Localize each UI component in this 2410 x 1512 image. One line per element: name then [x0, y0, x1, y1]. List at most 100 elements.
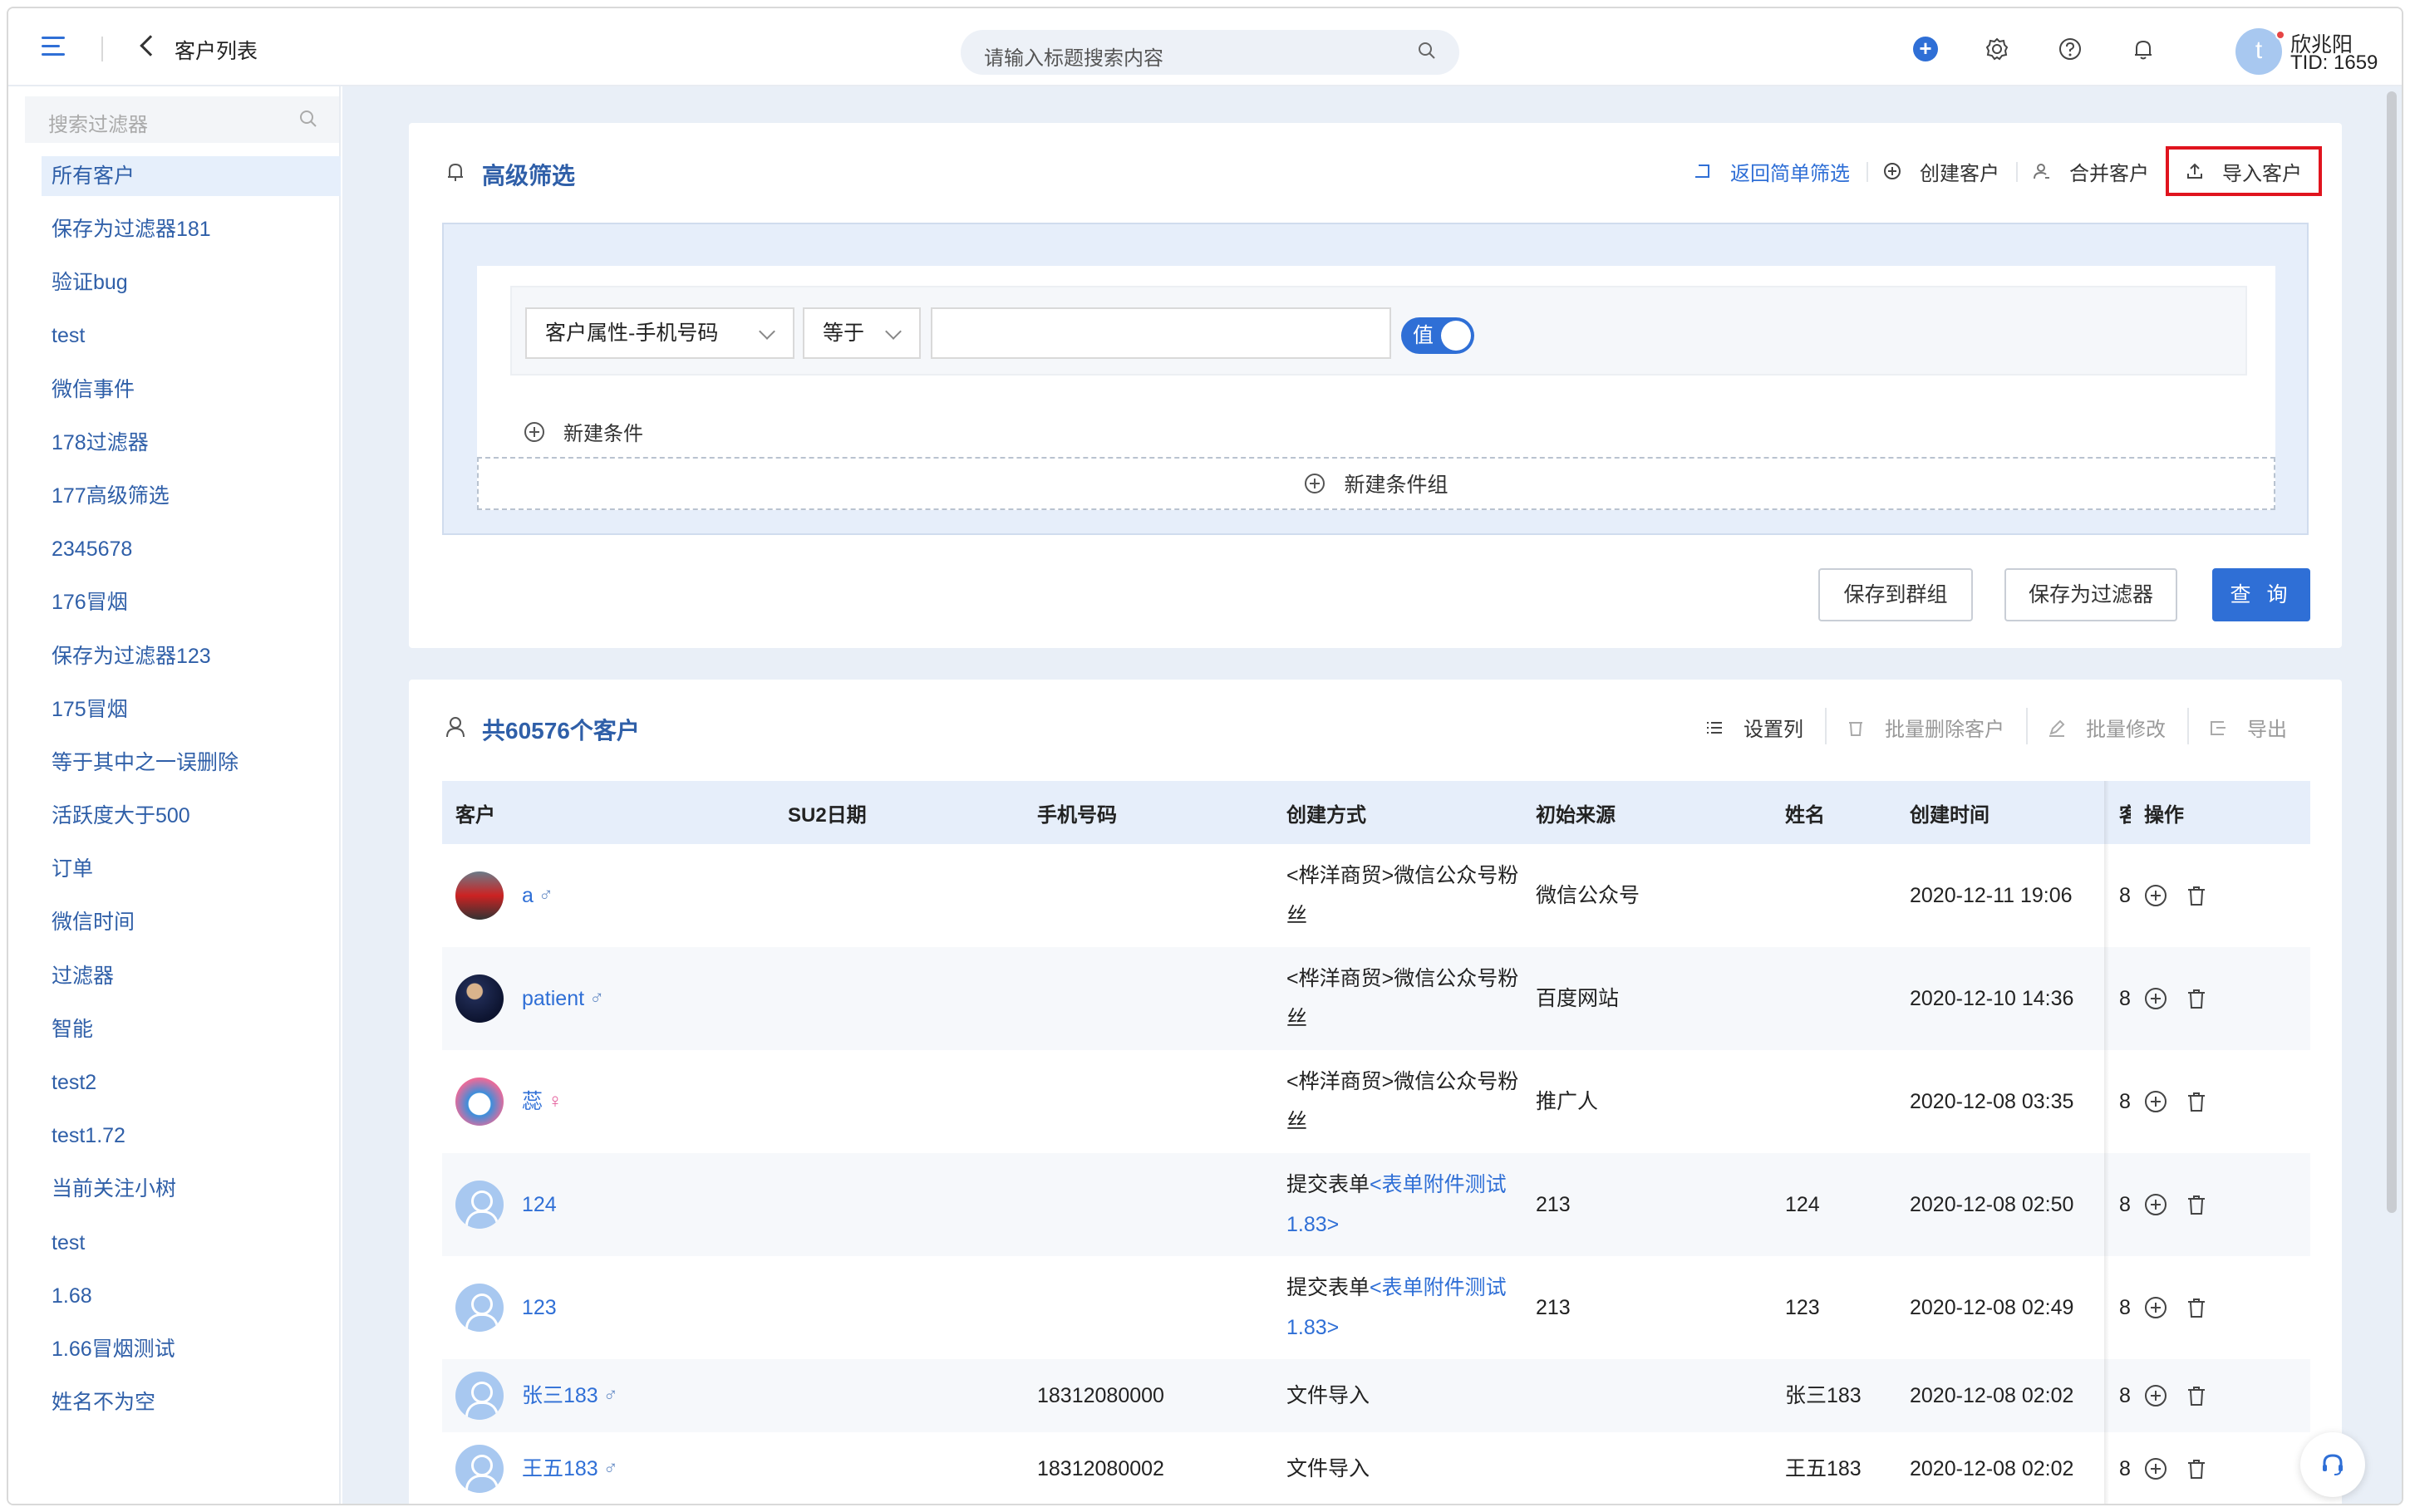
customer-avatar[interactable]: [455, 1445, 504, 1493]
sidebar-item[interactable]: 微信事件: [8, 370, 341, 423]
sidebar-item[interactable]: 2345678: [8, 529, 341, 582]
trash-icon[interactable]: [2186, 884, 2207, 907]
plus-circle-icon[interactable]: [2144, 1296, 2167, 1319]
sidebar-item[interactable]: 姓名不为空: [8, 1382, 341, 1436]
customer-name-link[interactable]: 123: [522, 1288, 557, 1328]
back-arrow-icon[interactable]: [140, 35, 161, 56]
search-icon[interactable]: [299, 110, 317, 128]
menu-icon[interactable]: [42, 37, 65, 58]
filter-search-input[interactable]: 搜索过滤器: [25, 96, 339, 143]
help-icon[interactable]: [2058, 37, 2083, 61]
customer-name-link[interactable]: a: [522, 876, 534, 916]
sidebar-item[interactable]: 177高级筛选: [8, 476, 341, 529]
sidebar-item[interactable]: test1.72: [8, 1116, 341, 1169]
plus-circle-icon[interactable]: [2144, 987, 2167, 1010]
sidebar-item[interactable]: 保存为过滤器123: [8, 636, 341, 690]
operator-select[interactable]: 等于: [803, 307, 921, 359]
customer-service-button[interactable]: [2300, 1432, 2365, 1497]
new-condition-button[interactable]: 新建条件: [524, 417, 643, 446]
sidebar-item[interactable]: 等于其中之一误删除: [8, 743, 341, 796]
trash-icon[interactable]: [2186, 1457, 2207, 1480]
save-to-group-button[interactable]: 保存到群组: [1818, 568, 1973, 621]
plus-circle-icon[interactable]: [2144, 1090, 2167, 1113]
table-row[interactable]: 张三183 ♂ 18312080000 文件导入 张三183 2020-12-08 02:…: [442, 1359, 2310, 1432]
gear-icon[interactable]: [1985, 37, 2009, 61]
table-row[interactable]: a♂ <桦洋商贸>微信公众号粉丝微信公众号 2020-12-11 19:06 86: [442, 844, 2310, 947]
save-as-filter-button[interactable]: 保存为过滤器: [2004, 568, 2177, 621]
batch-edit-button[interactable]: 批量修改: [2026, 708, 2187, 744]
column-header[interactable]: 手机号码: [1024, 781, 1273, 844]
global-search-input[interactable]: 请输入标题搜索内容: [961, 30, 1459, 75]
column-header[interactable]: 创建时间: [1896, 781, 2106, 844]
bell-icon[interactable]: [2131, 37, 2156, 61]
plus-circle-icon[interactable]: [2144, 1457, 2167, 1480]
customer-avatar[interactable]: [455, 1284, 504, 1332]
user-avatar[interactable]: t: [2235, 28, 2285, 75]
table-row[interactable]: patient ♂ <桦洋商贸>微信公众号粉丝 百度网站 2020-12-10 14:3…: [442, 947, 2310, 1050]
column-header[interactable]: 操作: [2131, 781, 2310, 844]
import-customer-button[interactable]: 导入客户: [2166, 146, 2322, 196]
customer-avatar[interactable]: [455, 1372, 504, 1420]
trash-icon[interactable]: [2186, 1193, 2207, 1216]
customer-avatar[interactable]: [455, 1078, 504, 1126]
sidebar-item[interactable]: 176冒烟: [8, 582, 341, 636]
sidebar-item[interactable]: 过滤器: [8, 956, 341, 1009]
table-row[interactable]: 123 提交表单<表单附件测试1.83> 213 123 2020-12-08 02:4…: [442, 1256, 2310, 1359]
plus-circle-icon[interactable]: [2144, 1384, 2167, 1407]
customer-name-link[interactable]: 124: [522, 1185, 557, 1225]
column-header[interactable]: 客户: [2106, 781, 2131, 844]
sidebar-item[interactable]: test: [8, 316, 341, 369]
table-row[interactable]: 王五183 ♂ 18312080002 文件导入 王五183 2020-12-08 02:…: [442, 1432, 2310, 1504]
value-toggle[interactable]: 值: [1401, 317, 1474, 354]
sidebar-item[interactable]: test: [8, 1223, 341, 1276]
sidebar-item[interactable]: 1.68: [8, 1276, 341, 1329]
customer-avatar[interactable]: [455, 1181, 504, 1229]
query-button[interactable]: 查 询: [2212, 568, 2310, 621]
plus-circle-icon[interactable]: [2144, 1193, 2167, 1216]
sidebar-item[interactable]: 1.66冒烟测试: [8, 1329, 341, 1382]
search-icon[interactable]: [1418, 42, 1436, 60]
sidebar-item[interactable]: 保存为过滤器181: [8, 209, 341, 263]
back-simple-filter-button[interactable]: 返回简单筛选: [1677, 157, 1867, 186]
condition-value-input[interactable]: [931, 307, 1391, 359]
table-row[interactable]: 124 提交表单<表单附件测试1.83> 213 124 2020-12-08 02:5…: [442, 1153, 2310, 1256]
add-icon[interactable]: +: [1913, 37, 1938, 61]
trash-icon[interactable]: [2186, 1296, 2207, 1319]
create-customer-button[interactable]: 创建客户: [1867, 157, 2016, 186]
truncated-cell: 86: [2119, 1090, 2131, 1113]
export-button[interactable]: 导出: [2187, 708, 2309, 744]
column-header[interactable]: 初始来源: [1522, 781, 1772, 844]
sidebar-item[interactable]: 当前关注小树: [8, 1169, 341, 1222]
column-header[interactable]: 客户: [442, 781, 775, 844]
sidebar-item[interactable]: 175冒烟: [8, 690, 341, 743]
customer-name-link[interactable]: 王五183: [522, 1449, 598, 1489]
sidebar-item[interactable]: 所有客户: [42, 156, 341, 196]
sidebar-item[interactable]: 订单: [8, 849, 341, 902]
trash-icon[interactable]: [2186, 1090, 2207, 1113]
new-condition-group-button[interactable]: 新建条件组: [477, 457, 2275, 510]
batch-delete-button[interactable]: 批量删除客户: [1825, 708, 2026, 744]
customer-avatar[interactable]: [455, 974, 504, 1023]
trash-icon[interactable]: [2186, 987, 2207, 1010]
customer-name-link[interactable]: 蕊: [522, 1082, 543, 1122]
trash-icon[interactable]: [2186, 1384, 2207, 1407]
sidebar-item[interactable]: test2: [8, 1063, 341, 1116]
page-title[interactable]: 客户列表: [175, 35, 258, 65]
customer-name-link[interactable]: 张三183: [522, 1376, 598, 1416]
attribute-select[interactable]: 客户属性-手机号码: [525, 307, 794, 359]
sidebar-item[interactable]: 智能: [8, 1009, 341, 1063]
set-columns-button[interactable]: 设置列: [1684, 713, 1825, 742]
customer-avatar[interactable]: [455, 871, 504, 920]
column-header[interactable]: 姓名: [1772, 781, 1896, 844]
page-scrollbar[interactable]: [2387, 91, 2397, 1213]
sidebar-item[interactable]: 178过滤器: [8, 423, 341, 476]
table-row[interactable]: 蕊♀ <桦洋商贸>微信公众号粉丝推广人 2020-12-08 03:35 86: [442, 1050, 2310, 1153]
sidebar-item[interactable]: 活跃度大于500: [8, 796, 341, 849]
merge-customer-button[interactable]: 合并客户: [2016, 157, 2166, 186]
sidebar-item[interactable]: 微信时间: [8, 902, 341, 955]
column-header[interactable]: 创建方式: [1273, 781, 1522, 844]
sidebar-item[interactable]: 验证bug: [8, 263, 341, 316]
plus-circle-icon[interactable]: [2144, 884, 2167, 907]
customer-name-link[interactable]: patient: [522, 979, 584, 1019]
column-header[interactable]: SU2日期: [775, 781, 1024, 844]
